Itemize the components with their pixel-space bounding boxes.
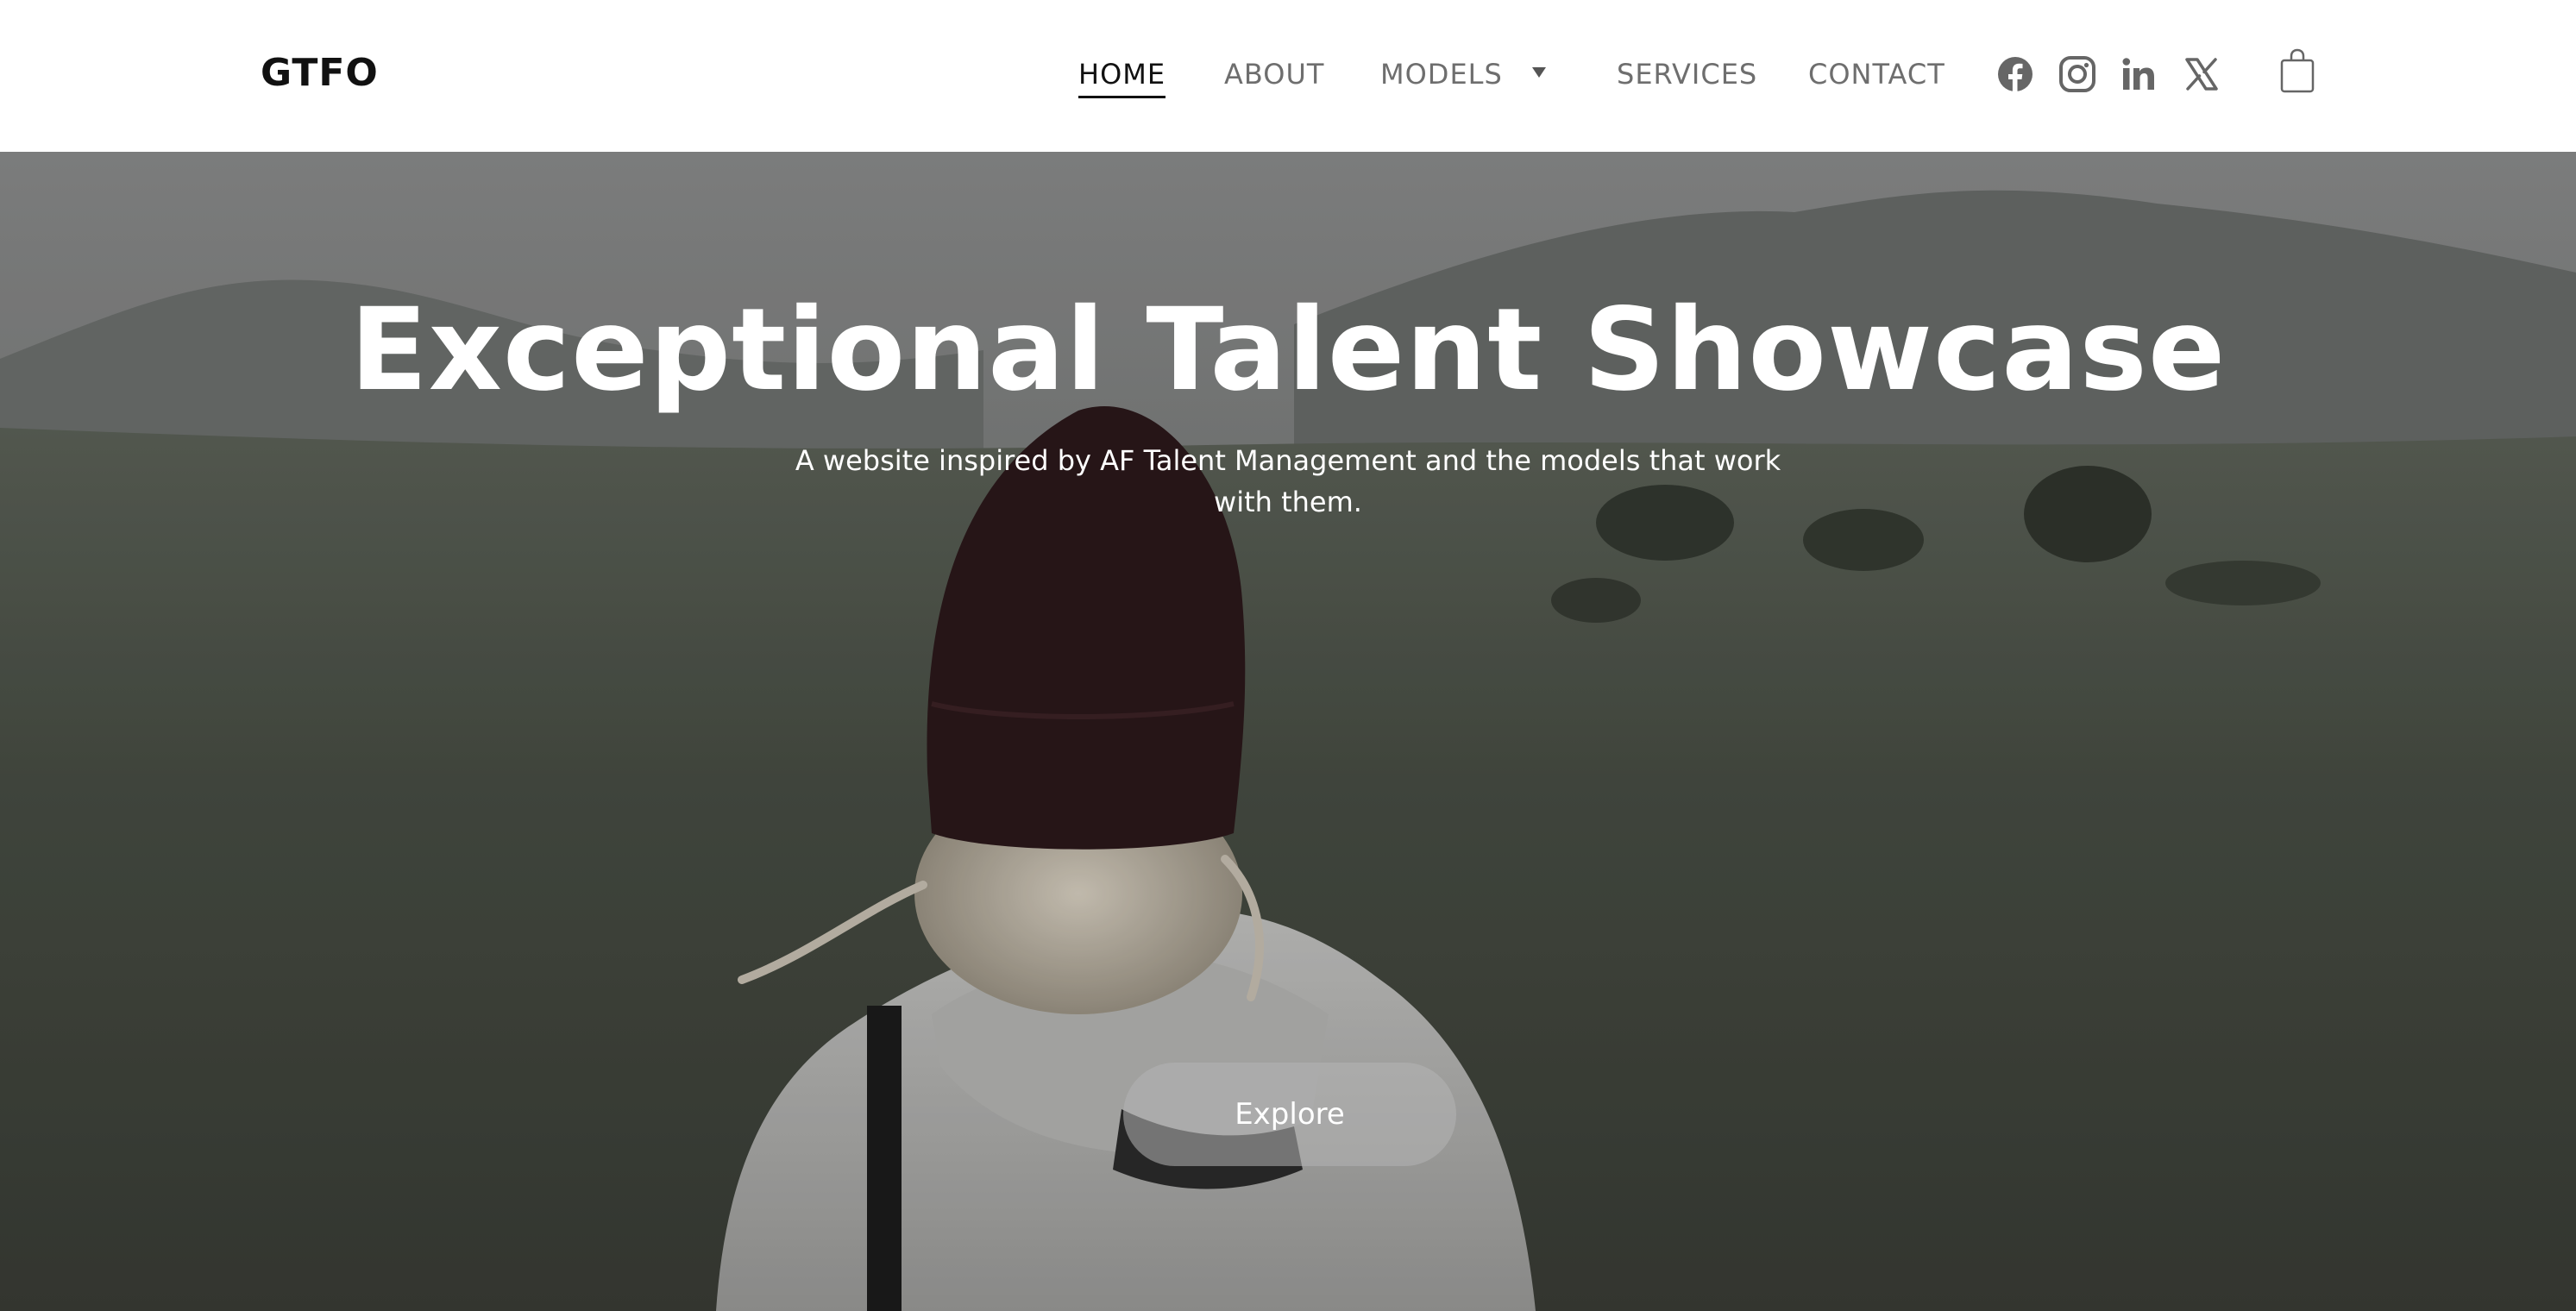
explore-button[interactable]: Explore: [1123, 1063, 1456, 1166]
linkedin-icon[interactable]: [2120, 55, 2158, 93]
facebook-icon[interactable]: [1996, 55, 2034, 93]
nav-item-contact[interactable]: CONTACT: [1808, 55, 1945, 97]
nav-item-home-label: HOME: [1078, 58, 1166, 91]
shopping-bag-icon[interactable]: [2279, 48, 2315, 93]
nav-item-services-label: SERVICES: [1617, 58, 1758, 91]
hero-section: Exceptional Talent Showcase A website in…: [0, 152, 2576, 1311]
site-header: GTFO HOME ABOUT MODELS SERVICES CONTACT: [0, 0, 2576, 152]
nav-item-models-label: MODELS: [1380, 58, 1503, 91]
hero-subtitle: A website inspired by AF Talent Manageme…: [795, 444, 1781, 518]
site-logo[interactable]: GTFO: [261, 50, 379, 97]
nav-item-contact-label: CONTACT: [1808, 58, 1945, 91]
nav-item-about[interactable]: ABOUT: [1224, 55, 1324, 97]
nav-item-services[interactable]: SERVICES: [1617, 55, 1757, 97]
nav-item-about-label: ABOUT: [1224, 58, 1325, 91]
chevron-down-icon[interactable]: [1532, 67, 1546, 78]
x-icon[interactable]: [2183, 55, 2221, 93]
instagram-icon[interactable]: [2058, 55, 2096, 93]
active-underline: [1078, 96, 1166, 98]
nav-item-home[interactable]: HOME: [1078, 55, 1166, 98]
hero-title: Exceptional Talent Showcase: [349, 284, 2227, 417]
nav-item-models[interactable]: MODELS: [1380, 55, 1503, 97]
